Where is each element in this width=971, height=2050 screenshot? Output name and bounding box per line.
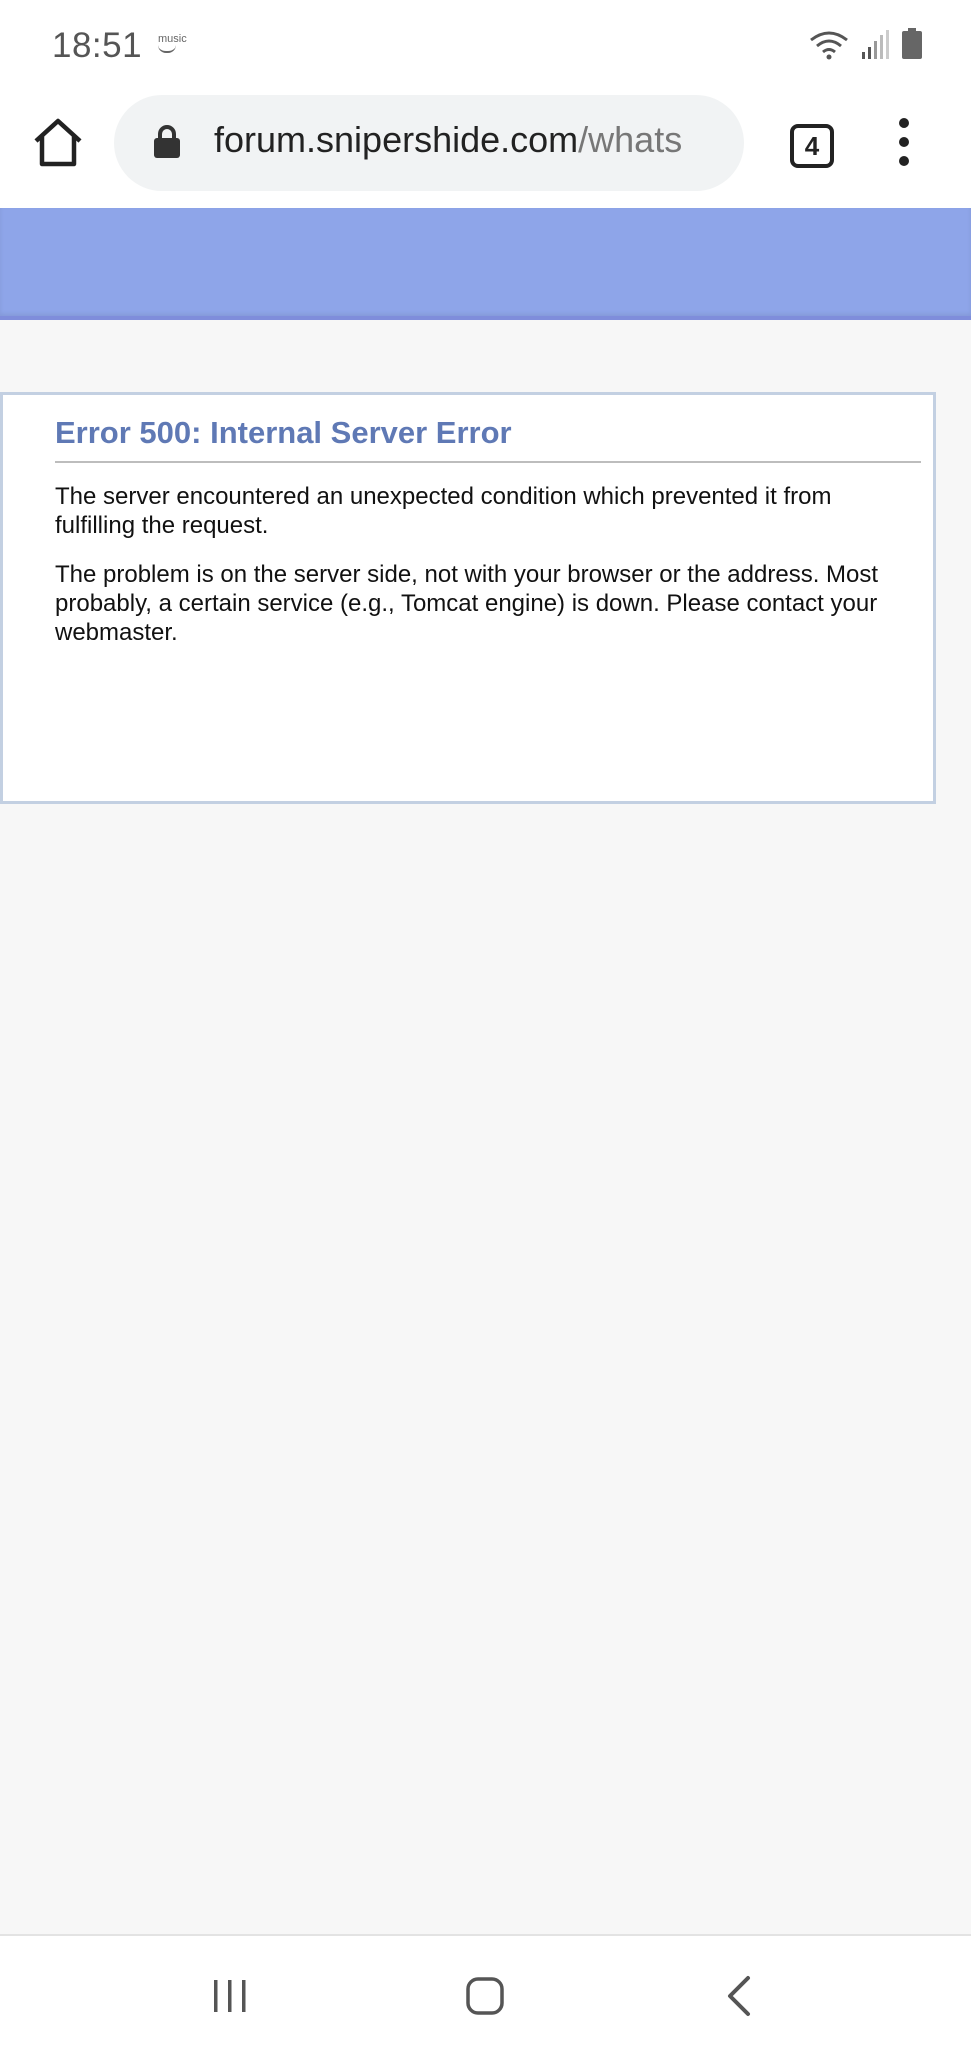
status-icons: [809, 28, 923, 60]
url-host: forum.snipershide.com: [214, 119, 579, 160]
back-icon[interactable]: [720, 1974, 760, 2018]
url-text[interactable]: forum.snipershide.com/whats: [214, 119, 734, 161]
lock-icon: [154, 125, 180, 158]
browser-toolbar: forum.snipershide.com/whats 4: [0, 92, 971, 208]
status-time: 18:51: [52, 26, 143, 65]
divider: [55, 461, 921, 463]
error-title: Error 500: Internal Server Error: [55, 415, 512, 450]
error-panel: Error 500: Internal Server Error The ser…: [0, 392, 936, 804]
wifi-icon: [810, 31, 848, 60]
music-app-icon: music: [158, 34, 187, 53]
more-options-icon[interactable]: [890, 118, 918, 174]
address-bar[interactable]: forum.snipershide.com/whats: [114, 95, 744, 191]
url-path: /whats: [578, 119, 683, 160]
site-header-banner: [0, 208, 971, 320]
music-app-label: music: [158, 33, 187, 45]
system-nav-bar: [0, 1934, 971, 2050]
recent-apps-icon[interactable]: [210, 1976, 250, 2016]
signal-icon: [862, 30, 889, 59]
battery-icon: [902, 28, 922, 59]
error-description: The server encountered an unexpected con…: [55, 483, 832, 539]
status-bar: 18:51 music: [0, 0, 971, 92]
tab-switcher-button[interactable]: 4: [790, 124, 834, 168]
home-button[interactable]: [30, 114, 86, 170]
home-icon[interactable]: [465, 1976, 505, 2016]
error-explanation: The problem is on the server side, not w…: [55, 561, 879, 646]
